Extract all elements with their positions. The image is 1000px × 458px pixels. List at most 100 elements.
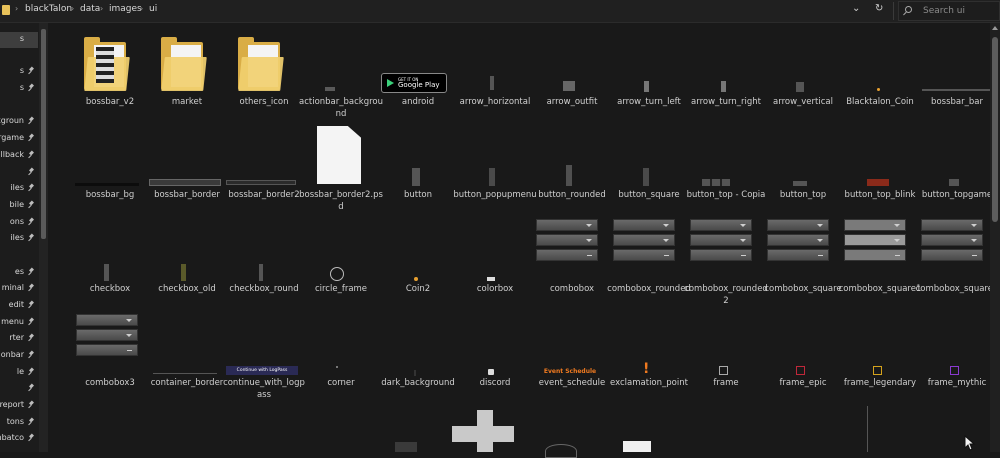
file-name: button_top_blink: [844, 190, 916, 200]
file-item-coin2[interactable]: Coin2: [380, 213, 456, 305]
file-item-frame[interactable]: frame: [688, 308, 764, 400]
file-item-bossbar-v2[interactable]: bossbar_v2: [72, 23, 148, 115]
file-name: bossbar_border: [154, 190, 220, 200]
nav-item[interactable]: nbatco: [0, 431, 38, 447]
pin-icon: [28, 351, 35, 359]
file-item-dark-background[interactable]: dark_background: [380, 308, 456, 400]
file-name: combobox_square: [764, 284, 842, 294]
file-item-bossbar-border[interactable]: bossbar_border: [149, 118, 225, 210]
file-item-colorbox[interactable]: colorbox: [457, 213, 533, 305]
file-item-combobox-square3[interactable]: combobox_square3: [916, 213, 998, 305]
nav-item[interactable]: s: [0, 81, 38, 97]
file-item-button-popupmenu[interactable]: button_popupmenu: [453, 118, 537, 210]
nav-item[interactable]: es: [0, 265, 38, 281]
file-item-button-top-copia[interactable]: button_top - Copia: [687, 118, 765, 210]
nav-item[interactable]: menu: [0, 315, 38, 331]
nav-item-label: es: [14, 267, 24, 276]
file-item-others-icon[interactable]: others_icon: [226, 23, 302, 115]
image-preview: [226, 180, 296, 185]
nav-item[interactable]: edit: [0, 298, 38, 314]
nav-item[interactable]: tons: [0, 415, 38, 431]
breadcrumb-images[interactable]: images: [109, 4, 142, 14]
file-item-market[interactable]: market: [149, 23, 225, 115]
chevron-down-icon[interactable]: ⌄: [852, 3, 860, 14]
nav-item[interactable]: rter: [0, 331, 38, 347]
search-input[interactable]: Search ui: [923, 6, 965, 16]
nav-item[interactable]: bile: [0, 198, 38, 214]
file-item-arrow-outfit[interactable]: arrow_outfit: [534, 23, 610, 115]
file-item-discord[interactable]: discord: [457, 308, 533, 400]
file-item-circle-frame[interactable]: circle_frame: [303, 213, 379, 305]
file-item-bossbar-border2-psd[interactable]: bossbar_border2.psd: [299, 118, 383, 212]
event-schedule-preview: Event Schedule: [543, 368, 597, 375]
nav-item[interactable]: [0, 381, 38, 397]
combobox-preview: [613, 219, 675, 231]
file-item-frame-mythic[interactable]: frame_mythic: [919, 308, 995, 400]
file-item-checkbox-round[interactable]: checkbox_round: [226, 213, 302, 305]
nav-item[interactable]: minal: [0, 281, 38, 297]
file-item-button-top[interactable]: button_top: [765, 118, 841, 210]
file-item-event-schedule[interactable]: Event Schedule event_schedule: [534, 308, 610, 400]
breadcrumb-ui[interactable]: ui: [149, 4, 157, 14]
image-preview: [149, 179, 221, 186]
file-item-actionbar-background[interactable]: actionbar_background: [299, 23, 383, 119]
nav-item[interactable]: report: [0, 398, 38, 414]
file-item-combobox-square[interactable]: combobox_square: [764, 213, 842, 305]
file-item-combobox3[interactable]: combobox3: [72, 308, 148, 400]
file-item-continue-with-logpass[interactable]: Continue with LogPass continue_with_logpa…: [223, 308, 305, 400]
file-item-bossbar-border2[interactable]: bossbar_border2: [226, 118, 302, 210]
file-item-button-rounded[interactable]: button_rounded: [534, 118, 610, 210]
breadcrumb-data[interactable]: data: [80, 4, 100, 14]
file-item-frame-epic[interactable]: frame_epic: [765, 308, 841, 400]
nav-scrollbar[interactable]: [39, 23, 48, 452]
file-item-blacktalon-coin[interactable]: Blacktalon_Coin: [842, 23, 918, 115]
file-item-frame-legendary[interactable]: frame_legendary: [842, 308, 918, 400]
file-item-corner[interactable]: corner: [303, 308, 379, 400]
file-item-arrow-turn-right[interactable]: arrow_turn_right: [688, 23, 764, 115]
nav-item-label: s: [19, 34, 24, 43]
nav-item-label: ergame: [0, 133, 24, 142]
nav-item[interactable]: le: [0, 365, 38, 381]
file-item-arrow-vertical[interactable]: arrow_vertical: [765, 23, 841, 115]
image-preview: [412, 168, 420, 186]
nav-item[interactable]: kgroun: [0, 114, 38, 130]
file-item-android[interactable]: GET IT ON Google Play android: [380, 23, 456, 115]
file-item-arrow-horizontal[interactable]: arrow_horizontal: [457, 23, 533, 115]
file-item-combobox-rounded2[interactable]: combobox_rounded2: [684, 213, 768, 306]
nav-item[interactable]: s: [0, 64, 38, 80]
file-item-button-topgame[interactable]: button_topgame: [919, 118, 995, 210]
refresh-icon[interactable]: ↻: [875, 3, 883, 14]
file-item-combobox-square1[interactable]: combobox_square1: [839, 213, 921, 305]
file-item-button-top-blink[interactable]: button_top_blink: [842, 118, 918, 210]
scroll-up-icon[interactable]: [992, 26, 998, 30]
file-item-checkbox[interactable]: checkbox: [72, 213, 148, 305]
file-item-arrow-turn-left[interactable]: arrow_turn_left: [611, 23, 687, 115]
nav-item[interactable]: llback: [0, 148, 38, 164]
nav-scrollbar-thumb[interactable]: [41, 29, 46, 239]
logpass-button-preview: Continue with LogPass: [226, 366, 298, 375]
file-item-bossbar-bar[interactable]: bossbar_bar: [919, 23, 995, 115]
nav-item-label: onbar: [0, 350, 24, 359]
nav-item[interactable]: s: [0, 32, 38, 48]
nav-item[interactable]: ergame: [0, 131, 38, 147]
image-preview: [702, 179, 730, 186]
document-icon: [317, 126, 361, 184]
file-item-combobox[interactable]: combobox: [534, 213, 610, 305]
file-item-button[interactable]: button: [380, 118, 456, 210]
search-box[interactable]: Search ui: [898, 1, 1000, 21]
nav-item[interactable]: [0, 165, 38, 181]
nav-item[interactable]: iles: [0, 181, 38, 197]
file-item-button-square[interactable]: button_square: [611, 118, 687, 210]
pin-icon: [28, 318, 35, 326]
file-item-exclamation-point[interactable]: ! exclamation_point: [610, 308, 688, 400]
file-item-combobox-rounded[interactable]: combobox_rounded: [607, 213, 691, 305]
nav-item[interactable]: iles: [0, 231, 38, 247]
main-scrollbar[interactable]: [990, 23, 1000, 452]
file-item-bossbar-bg[interactable]: bossbar_bg: [72, 118, 148, 210]
nav-item[interactable]: ons: [0, 215, 38, 231]
file-item-checkbox-old[interactable]: checkbox_old: [149, 213, 225, 305]
main-scrollbar-thumb[interactable]: [992, 37, 998, 222]
file-item-container-border[interactable]: container_border: [149, 308, 225, 400]
breadcrumb-blacktalon[interactable]: blackTalon: [25, 4, 72, 14]
nav-item[interactable]: onbar: [0, 348, 38, 364]
